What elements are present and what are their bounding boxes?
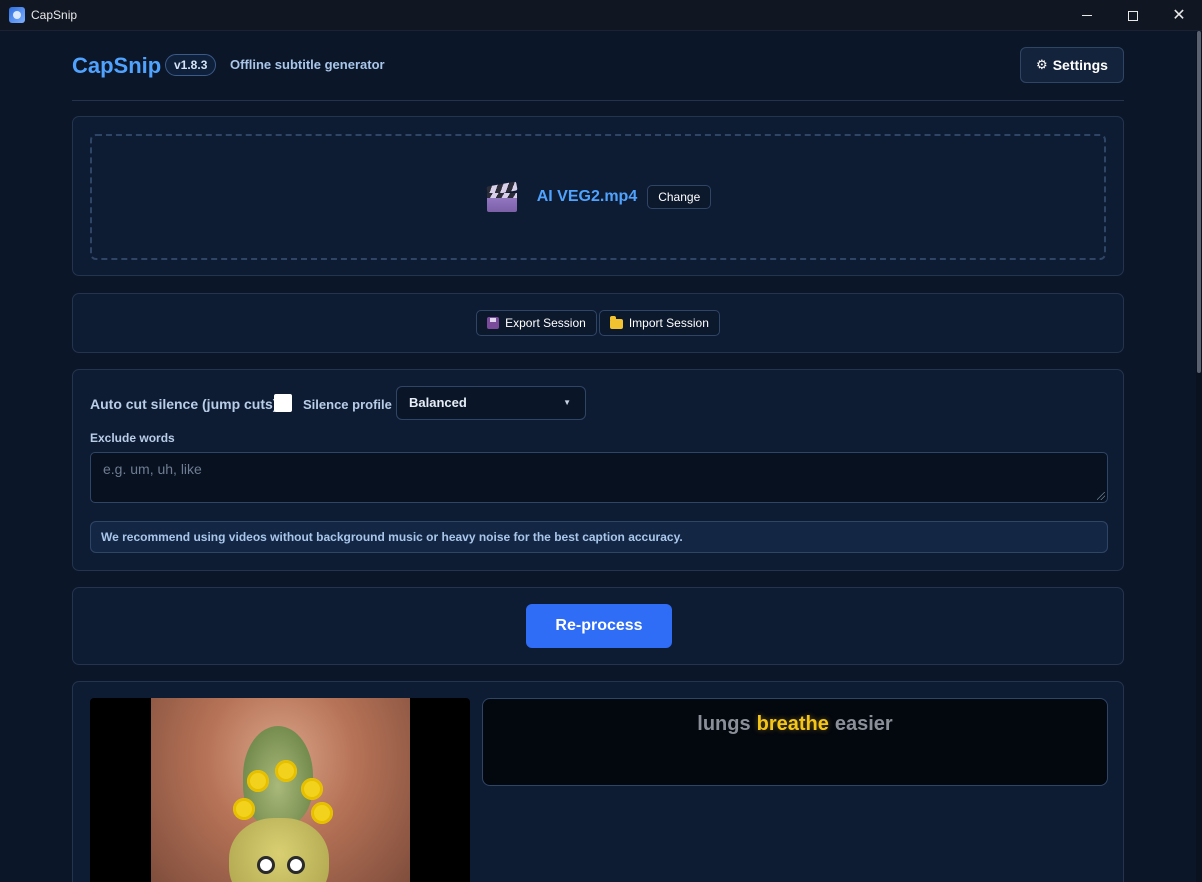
auto-cut-checkbox[interactable] xyxy=(274,394,292,412)
gear-icon: ⚙ xyxy=(1036,57,1048,72)
import-session-button[interactable]: Import Session xyxy=(598,310,720,336)
scrollbar[interactable] xyxy=(1196,31,1202,882)
window-title: CapSnip xyxy=(31,8,78,22)
minimize-icon xyxy=(1082,15,1092,16)
maximize-button[interactable] xyxy=(1110,0,1156,31)
window-titlebar: CapSnip ✕ xyxy=(0,0,1202,31)
auto-cut-label: Auto cut silence (jump cuts) xyxy=(90,396,278,412)
silence-profile-value: Balanced xyxy=(409,395,467,410)
process-panel: Re-process xyxy=(72,587,1124,665)
video-frame-image xyxy=(151,698,410,882)
app-brand: CapSnip xyxy=(72,53,162,78)
settings-label: Settings xyxy=(1052,57,1108,73)
window-controls: ✕ xyxy=(1064,0,1202,31)
reprocess-button[interactable]: Re-process xyxy=(526,604,672,648)
settings-button[interactable]: ⚙ Settings xyxy=(1020,47,1124,83)
app-tagline: Offline subtitle generator xyxy=(230,57,385,72)
caption-word-highlighted: breathe xyxy=(756,713,829,735)
export-session-button[interactable]: Export Session xyxy=(476,310,597,336)
selected-file-row: AI VEG2.mp4 Change xyxy=(92,136,1104,258)
exclude-words-label: Exclude words xyxy=(90,431,175,445)
close-icon: ✕ xyxy=(1172,6,1186,24)
preview-panel: lungs breathe easier xyxy=(72,681,1124,882)
accuracy-notice: We recommend using videos without backgr… xyxy=(90,521,1108,553)
change-file-button[interactable]: Change xyxy=(647,185,712,209)
file-name: AI VEG2.mp4 xyxy=(536,188,638,205)
video-preview[interactable] xyxy=(90,698,470,882)
close-button[interactable]: ✕ xyxy=(1156,0,1202,31)
main-content: CapSnip v1.8.3 Offline subtitle generato… xyxy=(0,31,1196,882)
maximize-icon xyxy=(1128,10,1138,21)
caption-word: lungs xyxy=(697,713,751,735)
silence-profile-label: Silence profile xyxy=(303,397,392,412)
file-dropzone[interactable]: AI VEG2.mp4 Change xyxy=(90,134,1106,260)
folder-icon xyxy=(609,316,623,329)
session-actions: Export Session Import Session xyxy=(73,294,1123,352)
session-panel: Export Session Import Session xyxy=(72,293,1124,353)
options-panel: Auto cut silence (jump cuts) Silence pro… xyxy=(72,369,1124,571)
chevron-down-icon: ▼ xyxy=(563,398,571,407)
app-header: CapSnip v1.8.3 Offline subtitle generato… xyxy=(72,45,1124,101)
silence-profile-select[interactable]: Balanced ▼ xyxy=(396,386,586,420)
caption-word: easier xyxy=(834,713,893,735)
version-badge: v1.8.3 xyxy=(165,54,217,76)
app-icon xyxy=(9,7,25,23)
minimize-button[interactable] xyxy=(1064,0,1110,31)
clapperboard-icon xyxy=(485,180,519,214)
exclude-words-placeholder: e.g. um, uh, like xyxy=(103,461,202,477)
floppy-disk-icon xyxy=(487,317,500,329)
exclude-words-input[interactable]: e.g. um, uh, like xyxy=(90,452,1108,503)
import-session-label: Import Session xyxy=(628,316,709,330)
resize-grip-icon[interactable] xyxy=(1097,492,1105,500)
file-panel: AI VEG2.mp4 Change xyxy=(72,116,1124,276)
export-session-label: Export Session xyxy=(505,316,586,330)
caption-preview: lungs breathe easier xyxy=(482,698,1108,786)
scrollbar-thumb[interactable] xyxy=(1197,31,1201,373)
